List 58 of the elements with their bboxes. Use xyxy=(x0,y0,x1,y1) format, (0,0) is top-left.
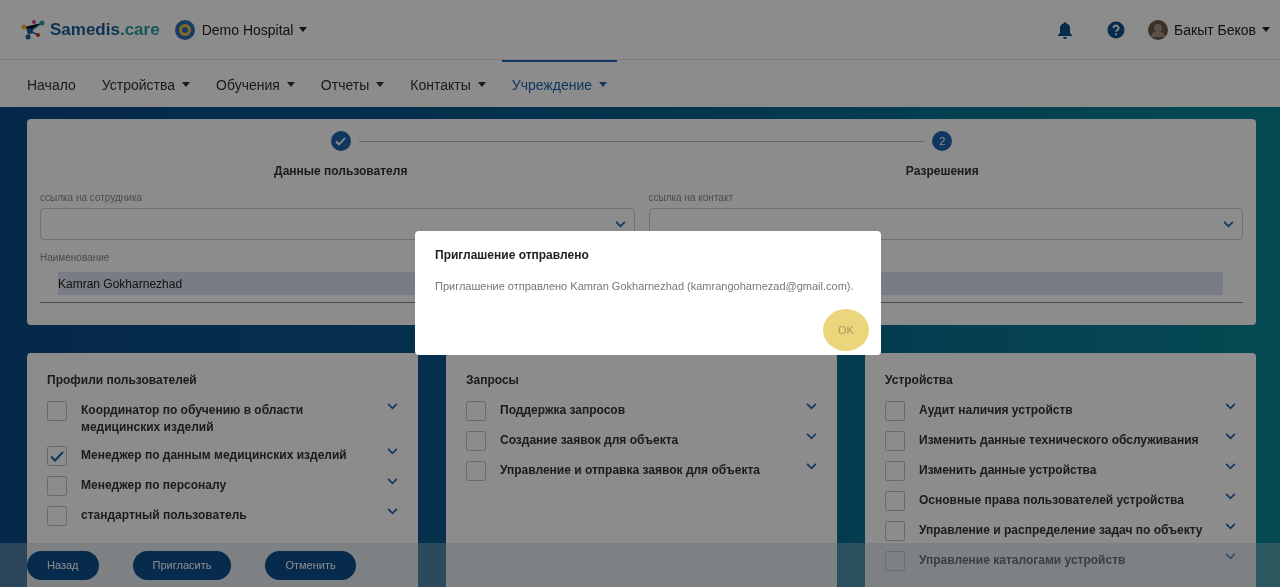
permission-label: Управление каталогами устройств xyxy=(919,552,1127,569)
panel-title: Запросы xyxy=(466,373,520,387)
logo-text[interactable]: Samedis.care xyxy=(50,19,160,40)
checkbox[interactable] xyxy=(466,401,486,421)
nav-tab[interactable]: Отчеты xyxy=(310,60,395,107)
caret-icon[interactable] xyxy=(1262,27,1270,32)
permission-label: Изменить данные технического обслуживания xyxy=(919,432,1200,449)
permission-label: Основные права пользователей устройства xyxy=(919,492,1185,509)
caret-icon[interactable] xyxy=(286,82,295,87)
field-label: Наименование xyxy=(40,252,110,263)
step-number: 2 xyxy=(932,131,953,151)
field-label: ссылка на контакт xyxy=(648,192,733,203)
avatar-icon xyxy=(1148,19,1169,40)
dialog-title: Приглашение отправлено xyxy=(435,248,590,262)
permission-label: Поддержка запросов xyxy=(500,402,626,419)
emblem-icon xyxy=(173,18,196,41)
checkbox[interactable] xyxy=(47,506,67,526)
caret-icon[interactable] xyxy=(182,82,191,87)
help-icon[interactable] xyxy=(1107,20,1126,39)
checkbox[interactable] xyxy=(47,446,67,466)
permission-label: Координатор по обучению в области медицинских изделий xyxy=(81,402,305,436)
nav-tab[interactable]: Учреждение xyxy=(501,60,617,107)
permission-label: Управление и распределение задач по объекту xyxy=(919,522,1204,539)
logo-icon xyxy=(20,18,46,41)
checkbox[interactable] xyxy=(885,491,905,511)
field-label: ссылка на сотрудника xyxy=(40,192,143,203)
step-label: Разрешения xyxy=(905,164,979,178)
checkbox[interactable] xyxy=(885,461,905,481)
caret-icon[interactable] xyxy=(299,27,308,32)
checkbox[interactable] xyxy=(885,401,905,421)
checkbox[interactable] xyxy=(466,431,486,451)
notification-bell-icon[interactable] xyxy=(1057,20,1074,39)
checkbox[interactable] xyxy=(466,461,486,481)
permission-label: Создание заявок для объекта xyxy=(500,432,680,449)
chevron-down-icon[interactable] xyxy=(614,220,626,228)
chevron-down-icon[interactable] xyxy=(1223,220,1234,228)
permission-label: Изменить данные устройства xyxy=(919,462,1098,479)
permission-label: стандартный пользователь xyxy=(81,507,248,524)
caret-icon[interactable] xyxy=(599,82,607,87)
checkbox[interactable] xyxy=(885,431,905,451)
panel-title: Устройства xyxy=(885,373,954,387)
nav-tab[interactable]: Начало xyxy=(17,60,86,107)
checkbox[interactable] xyxy=(47,476,67,496)
caret-icon[interactable] xyxy=(477,82,486,87)
permission-label: Аудит наличия устройств xyxy=(919,402,1074,419)
permission-label: Управление и отправка заявок для объекта xyxy=(500,462,762,479)
checkbox[interactable] xyxy=(885,521,905,541)
checkbox[interactable] xyxy=(47,401,67,421)
permission-label: Менеджер по данным медицинских изделий xyxy=(81,447,348,464)
user-menu[interactable]: Бакыт Беков xyxy=(1148,19,1270,40)
step-label: Данные пользователя xyxy=(274,164,408,178)
nav-tab[interactable]: Устройства xyxy=(91,60,201,107)
nav-tab[interactable]: Контакты xyxy=(400,60,496,107)
hospital-selector[interactable]: Demo Hospital xyxy=(173,18,308,41)
panel-title: Профили пользователей xyxy=(47,373,198,387)
caret-icon[interactable] xyxy=(376,82,385,87)
permission-label: Менеджер по персоналу xyxy=(81,477,228,494)
nav-tab[interactable]: Обучения xyxy=(206,60,305,107)
